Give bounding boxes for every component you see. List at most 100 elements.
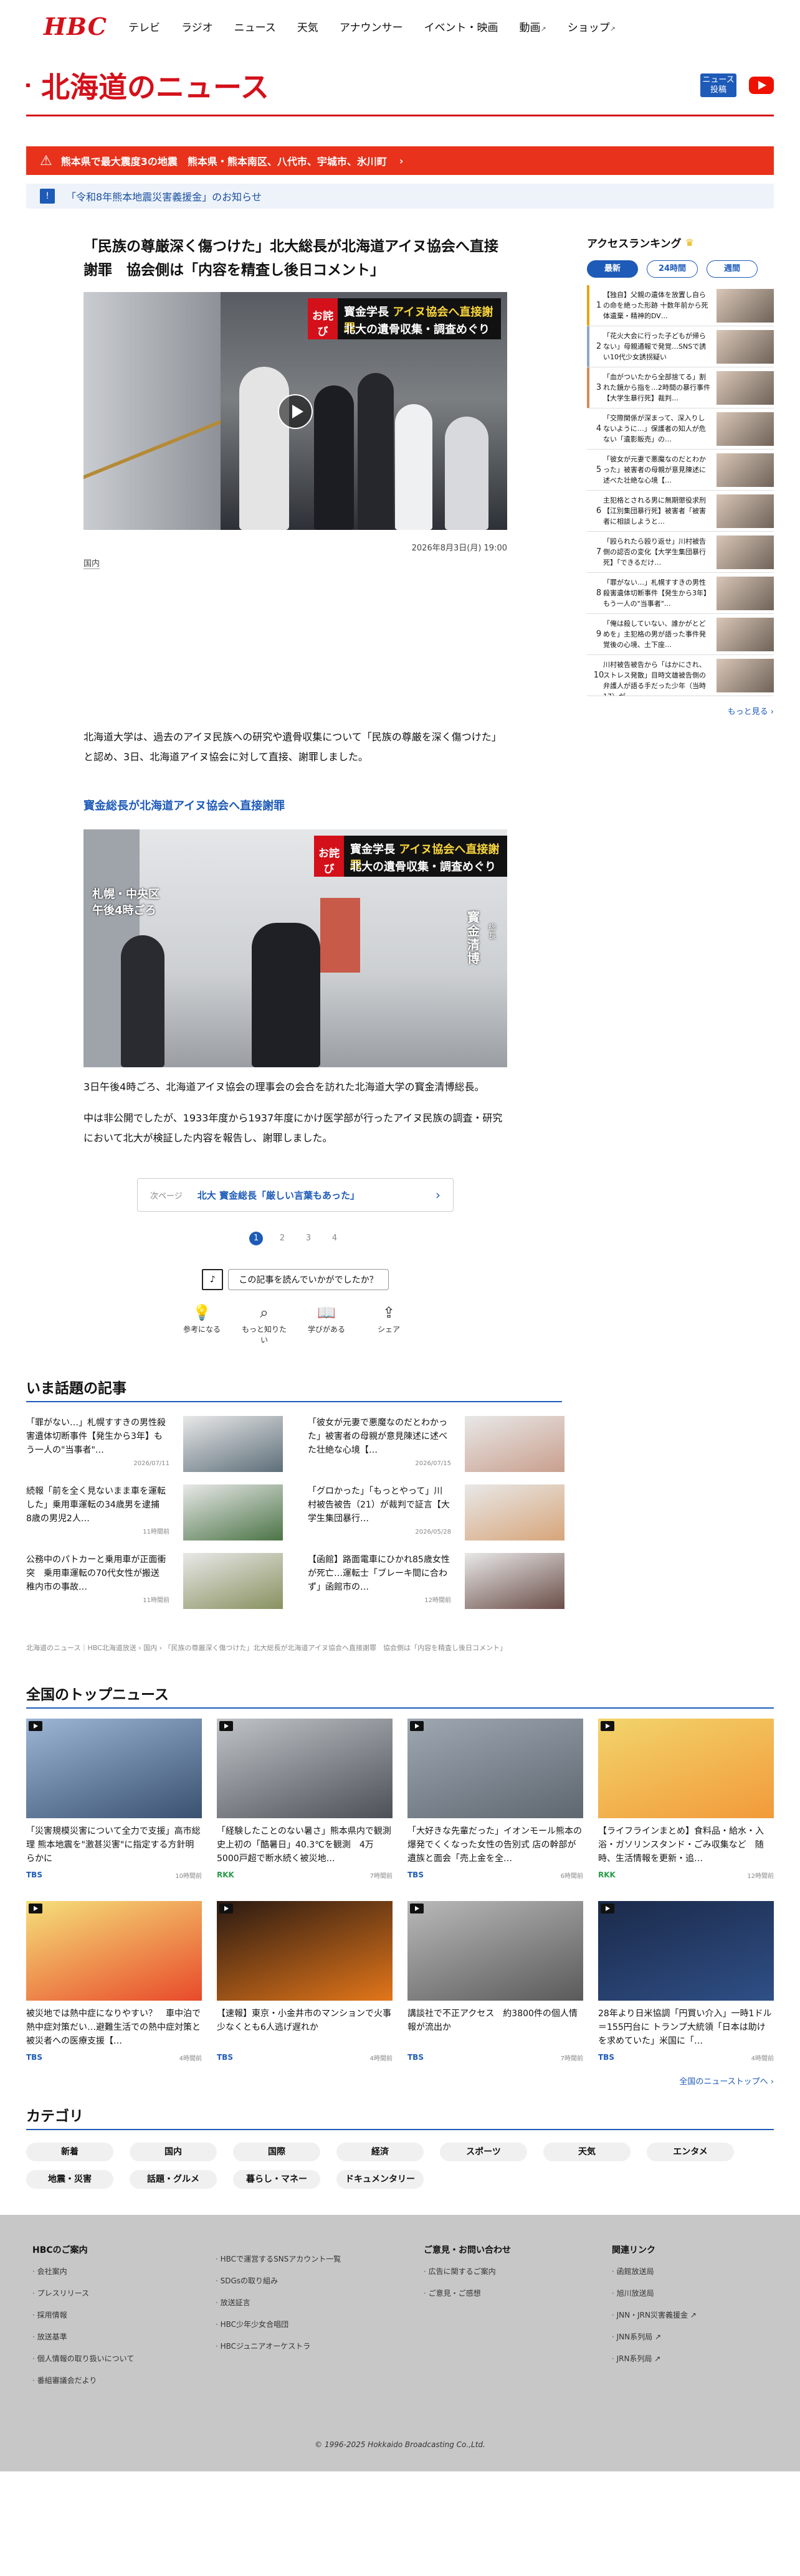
reaction-know-more[interactable]: ⌕ もっと知りたい xyxy=(242,1301,287,1345)
gnav-weather[interactable]: 天気 xyxy=(297,19,318,34)
hbc-logo[interactable]: HBC xyxy=(44,12,107,40)
ranking-item[interactable]: 5 「彼女が元妻で悪魔なのだとわかった」被害者の母親が意見陳述に述べた壮絶な心境【… xyxy=(587,450,774,491)
ranking-item[interactable]: 7 「殴られたら殴り返せ」川村被告側の認否の変化【大学生集団暴行死】「できるだけ… xyxy=(587,532,774,573)
top-news-time: 4時間前 xyxy=(179,2055,202,2062)
category-chip[interactable]: 天気 xyxy=(543,2143,631,2161)
footer-link[interactable]: HBCで運営するSNSアカウント一覧 xyxy=(216,2253,410,2264)
footer-link[interactable]: 旭川放送局 xyxy=(612,2288,768,2298)
gnav-news[interactable]: ニュース xyxy=(234,19,276,34)
ranking-text: 川村被告被告から「はかにされ、ストレス発散」目時文雄被告側の弁護人が語る手だった… xyxy=(603,661,706,696)
ranking-color-bar xyxy=(587,285,589,326)
reaction-learn[interactable]: 📖 学びがある xyxy=(304,1301,349,1345)
earthquake-alert-bar[interactable]: ⚠ 熊本県で最大震度3の地震 熊本県・熊本南区、八代市、宇城市、氷川町 › xyxy=(26,146,774,175)
ranking-color-bar xyxy=(587,532,589,572)
footer-link[interactable]: 広告に関するご案内 xyxy=(424,2266,598,2276)
ranking-item[interactable]: 2 「花火大会に行った子どもが帰らない」母親通報で発覚…SNSで誘い10代少女誘拐… xyxy=(587,326,774,367)
category-chip[interactable]: 国内 xyxy=(130,2143,217,2161)
ranking-item[interactable]: 8 「罪がない…」札幌すすきの男性殺害遺体切断事件【発生から3年】もう一人の"当事… xyxy=(587,573,774,614)
category-chip[interactable]: 話題・グルメ xyxy=(130,2170,217,2189)
footer-link[interactable]: 番組審議会だより xyxy=(32,2375,202,2385)
next-page-link[interactable]: 次ページ 北大 寳金総長「厳しい言葉もあった」 › xyxy=(137,1178,454,1212)
page-4[interactable]: 4 xyxy=(328,1232,341,1245)
footer-link[interactable]: 採用情報 xyxy=(32,2309,202,2320)
warning-icon: ⚠ xyxy=(40,153,52,169)
footer-link[interactable]: 放送基準 xyxy=(32,2331,202,2342)
footer-link[interactable]: 会社案内 xyxy=(32,2266,202,2276)
article-category-link[interactable]: 国内 xyxy=(83,557,100,569)
page-1[interactable]: 1 xyxy=(249,1232,263,1245)
play-icon[interactable] xyxy=(278,394,313,429)
trending-item[interactable]: 続報「前を全く見ないまま車を運転した」乗用車運転の34歳男を逮捕 8歳の男児2人… xyxy=(26,1484,283,1542)
footer-link[interactable]: JRN系列局 ↗ xyxy=(612,2353,768,2364)
footer-link[interactable]: SDGsの取り組み xyxy=(216,2275,410,2286)
trending-item[interactable]: 「グロかった」「もっとやって」川村被告被告（21）が裁判で証言【大学生集団暴行…… xyxy=(308,1484,564,1542)
category-chip[interactable]: 国際 xyxy=(233,2143,320,2161)
tab-weekly[interactable]: 週間 xyxy=(707,260,758,278)
category-chip[interactable]: 暮らし・マネー xyxy=(233,2170,320,2189)
top-news-item[interactable]: 【速報】東京・小金井市のマンションで火事 少なくとも6人逃げ遅れか TBS 4時間前 xyxy=(217,1901,393,2062)
ranking-item[interactable]: 6 主犯格とされる男に無期懲役求刑【江別集団暴行死】被害者「被害者に相談しようと… xyxy=(587,491,774,532)
footer-link[interactable]: ご意見・ご感想 xyxy=(424,2288,598,2298)
ranking-thumbnail xyxy=(717,618,774,651)
ranking-item[interactable]: 4 「交際関係が深まって、深入りしないように…」保護者の知人が危ない「遺影販売」の… xyxy=(587,408,774,450)
footer-column-title: ご意見・お問い合わせ xyxy=(424,2245,511,2255)
gnav-event[interactable]: イベント・映画 xyxy=(424,19,498,34)
footer-link[interactable]: 個人情報の取り扱いについて xyxy=(32,2353,202,2364)
top-news-item[interactable]: 「大好きな先輩だった」イオンモール熊本の爆発でくくなった女性の告別式 店の幹部が… xyxy=(407,1719,583,1880)
footer-link-list: 広告に関するご案内ご意見・ご感想 xyxy=(424,2266,598,2298)
trending-text: 「グロかった」「もっとやって」川村被告被告（21）が裁判で証言【大学生集団暴行… xyxy=(308,1486,450,1524)
top-news-item[interactable]: 「経験したことのない暑さ」熊本県内で観測史上初の「酷暑日」40.3℃を観測 4万… xyxy=(217,1719,393,1880)
page-2[interactable]: 2 xyxy=(275,1232,289,1245)
news-submit-button[interactable]: ニュース 投稿 xyxy=(700,73,736,97)
category-chip[interactable]: 経済 xyxy=(336,2143,424,2161)
ranking-text: 「俺は殺していない、誰かがとどめを」主犯格の男が語った事件発覚後の心境、土下座… xyxy=(603,620,706,649)
trending-item[interactable]: 「罪がない…」札幌すすきの男性殺害遺体切断事件【発生から3年】もう一人の"当事者… xyxy=(26,1416,283,1473)
category-chip[interactable]: スポーツ xyxy=(440,2143,527,2161)
top-news-item[interactable]: 被災地では熱中症になりやすい？ 車中泊で熱中症対策だい…避難生活での熱中症対策と… xyxy=(26,1901,202,2062)
ranking-text: 【独自】父親の遺体を放置し自らの命を絶った形跡 十数年前から死体遺棄・精神的DV… xyxy=(603,291,708,320)
ranking-text: 主犯格とされる男に無期懲役求刑【江別集団暴行死】被害者「被害者に相談しようと… xyxy=(603,496,706,526)
footer-link[interactable]: 放送証言 xyxy=(216,2297,410,2308)
ranking-item[interactable]: 1 【独自】父親の遺体を放置し自らの命を絶った形跡 十数年前から死体遺棄・精神的D… xyxy=(587,285,774,326)
youtube-icon[interactable] xyxy=(749,77,774,94)
trending-item[interactable]: 公務中のパトカーと乗用車が正面衝突 乗用車運転の70代女性が搬送 稚内市の事故…… xyxy=(26,1553,283,1610)
page-3[interactable]: 3 xyxy=(302,1232,315,1245)
top-news-item[interactable]: 28年より日米協調「円買い介入」一時1ドル＝155円台に トランプ大統領「日本は… xyxy=(598,1901,774,2062)
trending-item[interactable]: 【函館】路面電車にひかれ85歳女性が死亡…運転士「ブレーキ間に合わず」函館市の…… xyxy=(308,1553,564,1610)
article-title: 「民族の尊厳深く傷つけた」北大総長が北海道アイヌ協会へ直接謝罪 協会側は「内容を… xyxy=(83,238,498,278)
category-chip[interactable]: 新着 xyxy=(26,2143,113,2161)
ranking-item[interactable]: 9 「俺は殺していない、誰かがとどめを」主犯格の男が語った事件発覚後の心境、土下座… xyxy=(587,614,774,655)
category-chip[interactable]: 地震・災害 xyxy=(26,2170,113,2189)
gnav-radio[interactable]: ラジオ xyxy=(181,19,213,34)
tab-24h[interactable]: 24時間 xyxy=(647,260,698,278)
gnav-shop[interactable]: ショップ↗ xyxy=(568,19,616,34)
top-news-item[interactable]: 「災害規模災害について全力で支援」高市総理 熊本地震を"激甚災害"に指定する方針… xyxy=(26,1719,202,1880)
trending-time: 2026/07/15 xyxy=(415,1460,451,1467)
top-news-item[interactable]: 講談社で不正アクセス 約3800件の個人情報が流出か TBS 7時間前 xyxy=(407,1901,583,2062)
ranking-item[interactable]: 10 川村被告被告から「はかにされ、ストレス発散」目時文雄被告側の弁護人が語る手だ… xyxy=(587,655,774,696)
footer-link[interactable]: 函館放送局 xyxy=(612,2266,768,2276)
ranking-more-link[interactable]: もっと見る › xyxy=(587,705,774,717)
footer-link[interactable]: プレスリリース xyxy=(32,2288,202,2298)
footer-link[interactable]: HBCジュニアオーケストラ xyxy=(216,2341,410,2351)
gnav-tv[interactable]: テレビ xyxy=(128,19,160,34)
gnav-video[interactable]: 動画↗ xyxy=(519,19,546,34)
trending-section: いま話題の記事 「罪がない…」札幌すすきの男性殺害遺体切断事件【発生から3年】も… xyxy=(26,1376,774,1621)
top-news-more-link[interactable]: 全国のニューストップへ › xyxy=(26,2075,774,2087)
reaction-useful[interactable]: 💡 参考になる xyxy=(179,1301,224,1345)
footer-columns: HBCのご案内会社案内プレスリリース採用情報放送基準個人情報の取り扱いについて番… xyxy=(32,2215,768,2397)
footer-link[interactable]: JNN系列局 ↗ xyxy=(612,2331,768,2342)
donation-notice-bar[interactable]: ! 「令和8年熊本地震災害義援金」のお知らせ xyxy=(26,184,774,209)
reaction-share[interactable]: ⇪ シェア xyxy=(366,1301,411,1345)
gnav-announcer[interactable]: アナウンサー xyxy=(340,19,403,34)
trending-time: 12時間前 xyxy=(424,1597,451,1604)
footer-link[interactable]: HBC少年少女合唱団 xyxy=(216,2319,410,2329)
top-news-item[interactable]: 【ライフラインまとめ】食料品・給水・入浴・ガソリンスタンド・ごみ収集など 随時、… xyxy=(598,1719,774,1880)
ranking-item[interactable]: 3 「血がついたから全部捨てる」割れた鏡から指を…2時間の暴行事件【大学生暴行死】… xyxy=(587,367,774,408)
article-video[interactable]: お詫び 寳金学長 アイヌ協会へ直接謝罪 北大の遺骨収集・調査めぐり xyxy=(83,292,507,530)
trending-item[interactable]: 「彼女が元妻で悪魔なのだとわかった」被害者の母親が意見陳述に述べた壮絶な心境【…… xyxy=(308,1416,564,1473)
category-chip[interactable]: エンタメ xyxy=(647,2143,734,2161)
footer-link[interactable]: JNN・JRN災害義援金 ↗ xyxy=(612,2309,768,2320)
category-chip[interactable]: ドキュメンタリー xyxy=(336,2170,424,2189)
tab-latest[interactable]: 最新 xyxy=(587,260,638,278)
